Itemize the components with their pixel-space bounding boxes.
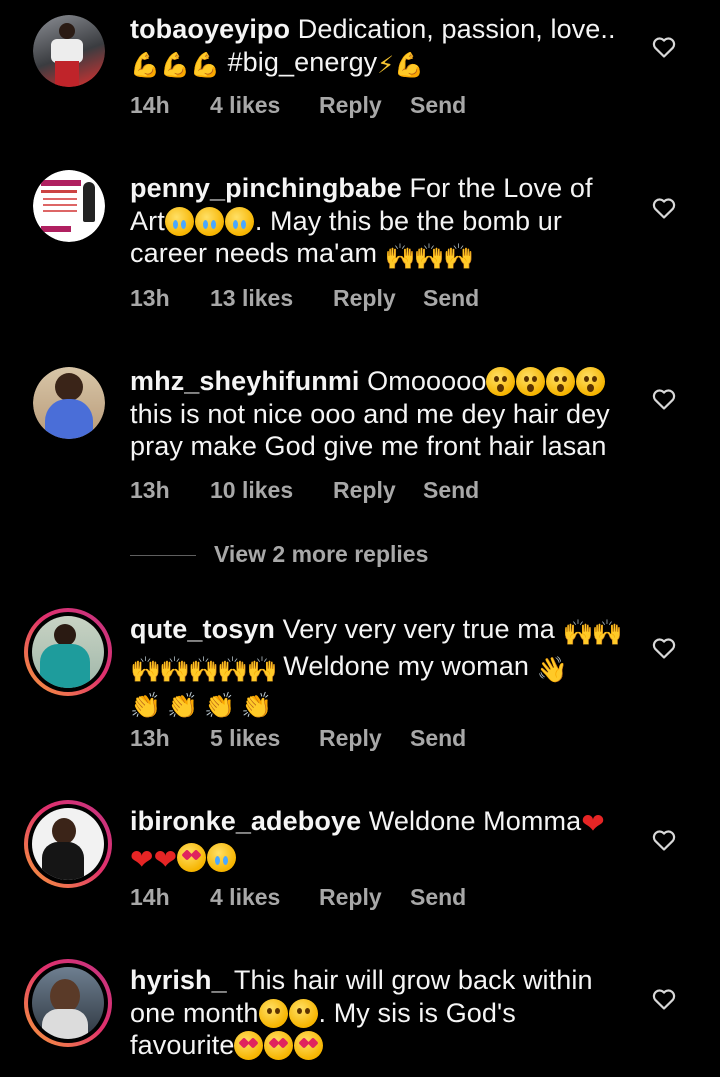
comment-text: pray make God give me front hair lasan — [130, 431, 607, 461]
username[interactable]: qute_tosyn — [130, 614, 275, 644]
comment-body: penny_pinchingbabe For the Love of Art . … — [130, 172, 630, 274]
high-voltage-icon: ⚡ — [377, 50, 395, 79]
comment-body: qute_tosyn Very very very true ma 🙌🙌 🙌🙌🙌… — [130, 613, 630, 723]
heart-outline-icon[interactable] — [652, 388, 676, 410]
likes-count[interactable]: 5 likes — [210, 725, 280, 752]
comment-text: favourite — [130, 1030, 235, 1060]
send-button[interactable]: Send — [410, 92, 466, 119]
avatar[interactable] — [33, 170, 105, 242]
comment-text: For the Love of — [409, 173, 593, 203]
comment-text: Dedication, passion, love.. — [297, 14, 616, 44]
heart-outline-icon[interactable] — [652, 829, 676, 851]
avatar-story-ring[interactable] — [24, 800, 112, 888]
astonished-face-icon — [486, 367, 516, 396]
red-heart-icon: ❤ — [581, 808, 605, 839]
comment-text: . May this be the bomb ur — [254, 205, 562, 236]
comment-body: mhz_sheyhifunmi Omooooo this is not nice… — [130, 365, 630, 463]
raising-hands-icon: 🙌🙌🙌🙌🙌 — [130, 655, 278, 684]
username[interactable]: hyrish_ — [130, 965, 227, 995]
timestamp: 14h — [130, 884, 170, 910]
waving-hand-icon: 👋 — [536, 655, 568, 684]
comment-text: career needs ma'am — [130, 238, 378, 268]
comment-text: one month — [130, 997, 259, 1028]
send-button[interactable]: Send — [410, 725, 466, 752]
raising-hands-icon: 🙌🙌🙌 — [384, 243, 474, 271]
flexed-biceps-icon: 💪 — [159, 50, 190, 79]
reply-button[interactable]: Reply — [333, 477, 396, 504]
reply-button[interactable]: Reply — [319, 884, 382, 911]
send-button[interactable]: Send — [423, 477, 479, 504]
likes-count[interactable]: 13 likes — [210, 285, 293, 312]
username[interactable]: ibironke_adeboye — [130, 806, 361, 836]
likes-count[interactable]: 4 likes — [210, 92, 280, 119]
heart-outline-icon[interactable] — [652, 988, 676, 1010]
send-button[interactable]: Send — [410, 884, 466, 911]
avatar-story-ring[interactable] — [24, 959, 112, 1047]
heart-eyes-icon — [294, 1031, 324, 1060]
comment-body: hyrish_ This hair will grow back within … — [130, 964, 630, 1062]
heart-outline-icon[interactable] — [652, 637, 676, 659]
view-more-replies-label[interactable]: View 2 more replies — [214, 541, 428, 568]
timestamp: 13h — [130, 285, 170, 311]
crying-face-icon — [224, 206, 254, 236]
clapping-hands-icon: 👏👏👏👏 — [130, 692, 279, 720]
comment-text: Weldone my woman — [283, 650, 529, 681]
reply-button[interactable]: Reply — [319, 92, 382, 119]
comment-body: tobaoyeyipo Dedication, passion, love.. … — [130, 13, 630, 78]
heart-eyes-icon — [234, 1031, 264, 1060]
heart-eyes-icon — [177, 842, 207, 872]
raising-hands-icon: 🙌🙌 — [562, 619, 623, 647]
astonished-face-icon — [576, 367, 606, 396]
tears-of-joy-icon — [288, 998, 318, 1028]
crying-face-icon — [164, 206, 194, 236]
reply-button[interactable]: Reply — [333, 285, 396, 312]
reply-button[interactable]: Reply — [319, 725, 382, 752]
comment-body: ibironke_adeboye Weldone Momma❤ ❤❤ — [130, 805, 630, 876]
username[interactable]: tobaoyeyipo — [130, 14, 290, 44]
comment-text: Weldone Momma — [368, 806, 582, 836]
username[interactable]: mhz_sheyhifunmi — [130, 366, 360, 396]
timestamp: 13h — [130, 477, 170, 503]
comment-text: This hair will grow back within — [233, 965, 593, 995]
astonished-face-icon — [546, 367, 576, 396]
flexed-biceps-icon: 💪 — [130, 50, 160, 79]
likes-count[interactable]: 10 likes — [210, 477, 293, 504]
comment-text: . My sis is God's — [318, 997, 516, 1028]
comment-text: Art — [130, 205, 165, 236]
red-heart-icon: ❤ — [130, 843, 154, 875]
crying-face-icon — [194, 206, 224, 236]
timestamp: 13h — [130, 725, 170, 751]
username[interactable]: penny_pinchingbabe — [130, 173, 402, 203]
heart-outline-icon[interactable] — [652, 36, 676, 58]
comment-text: Omooooo — [367, 366, 487, 396]
flexed-biceps-icon: 💪 — [189, 50, 220, 79]
comment-text: #big_energy — [227, 46, 378, 77]
likes-count[interactable]: 4 likes — [210, 884, 280, 911]
astonished-face-icon — [516, 367, 546, 396]
avatar-story-ring[interactable] — [24, 608, 112, 696]
comment-text: Very very very true ma — [282, 614, 555, 644]
flexed-biceps-medium-skin-icon: 💪 — [394, 50, 425, 79]
send-button[interactable]: Send — [423, 285, 479, 312]
tears-of-joy-icon — [258, 998, 288, 1028]
comment-text: this is not nice ooo and me dey hair dey — [130, 398, 610, 429]
timestamp: 14h — [130, 92, 170, 118]
avatar[interactable] — [33, 15, 105, 87]
divider — [130, 555, 196, 556]
crying-face-icon — [207, 842, 237, 872]
comments-feed: tobaoyeyipo Dedication, passion, love.. … — [0, 0, 720, 1077]
red-heart-icon: ❤ — [153, 843, 178, 875]
heart-outline-icon[interactable] — [652, 197, 676, 219]
avatar[interactable] — [33, 367, 105, 439]
heart-eyes-icon — [264, 1031, 294, 1060]
